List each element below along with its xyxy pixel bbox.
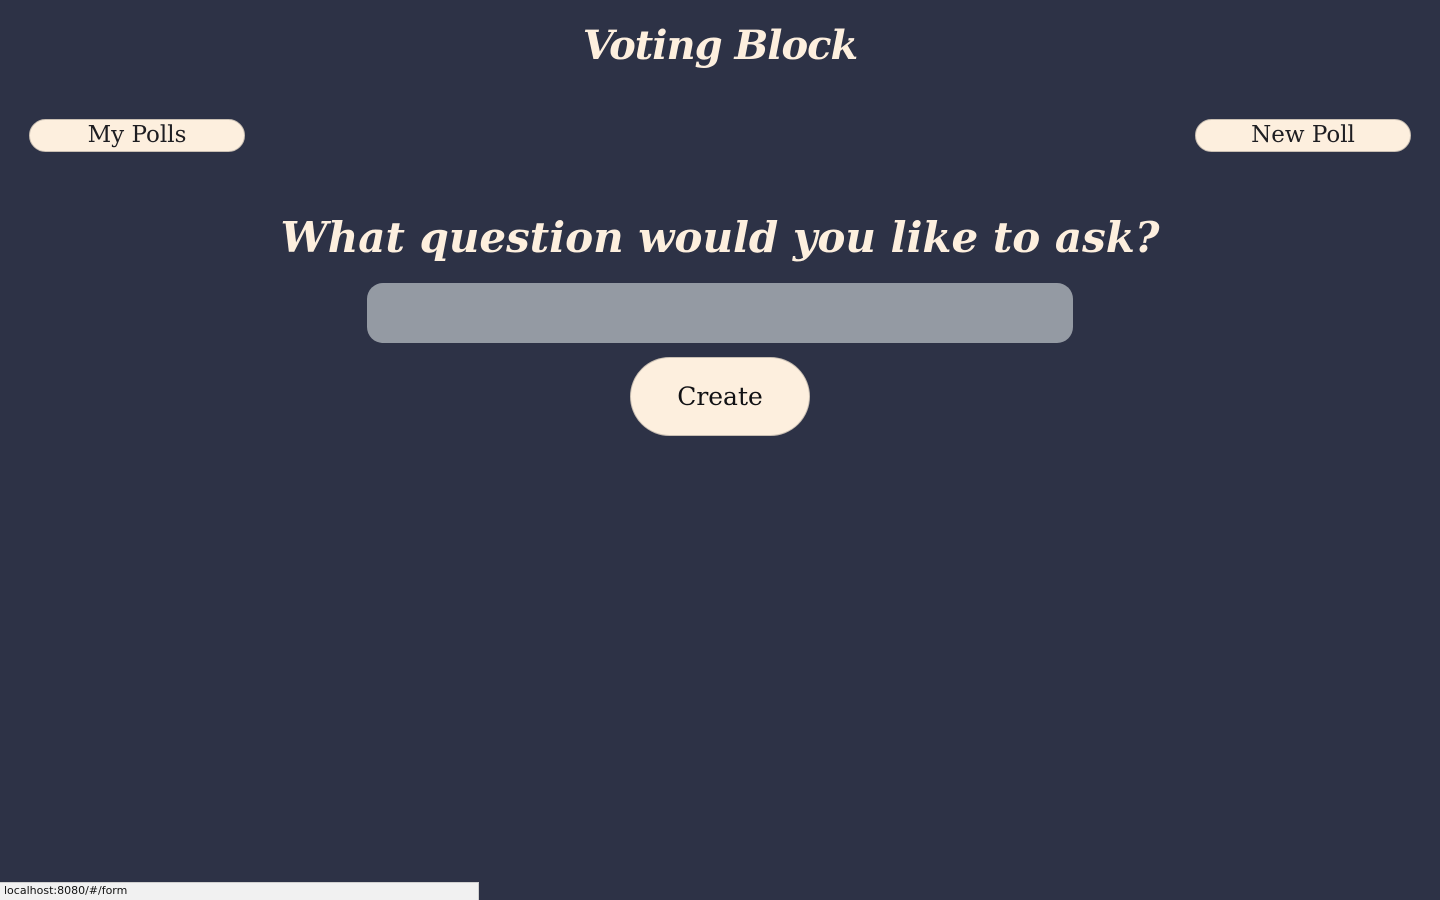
app-title: Voting Block [582,22,858,69]
status-bar-url: localhost:8080/#/form [0,882,479,900]
my-polls-button[interactable]: My Polls [29,119,245,152]
question-input[interactable] [367,283,1073,343]
create-button[interactable]: Create [630,357,810,436]
question-heading: What question would you like to ask? [280,213,1160,262]
new-poll-button[interactable]: New Poll [1195,119,1411,152]
page: Voting Block My Polls New Poll What ques… [0,0,1440,900]
